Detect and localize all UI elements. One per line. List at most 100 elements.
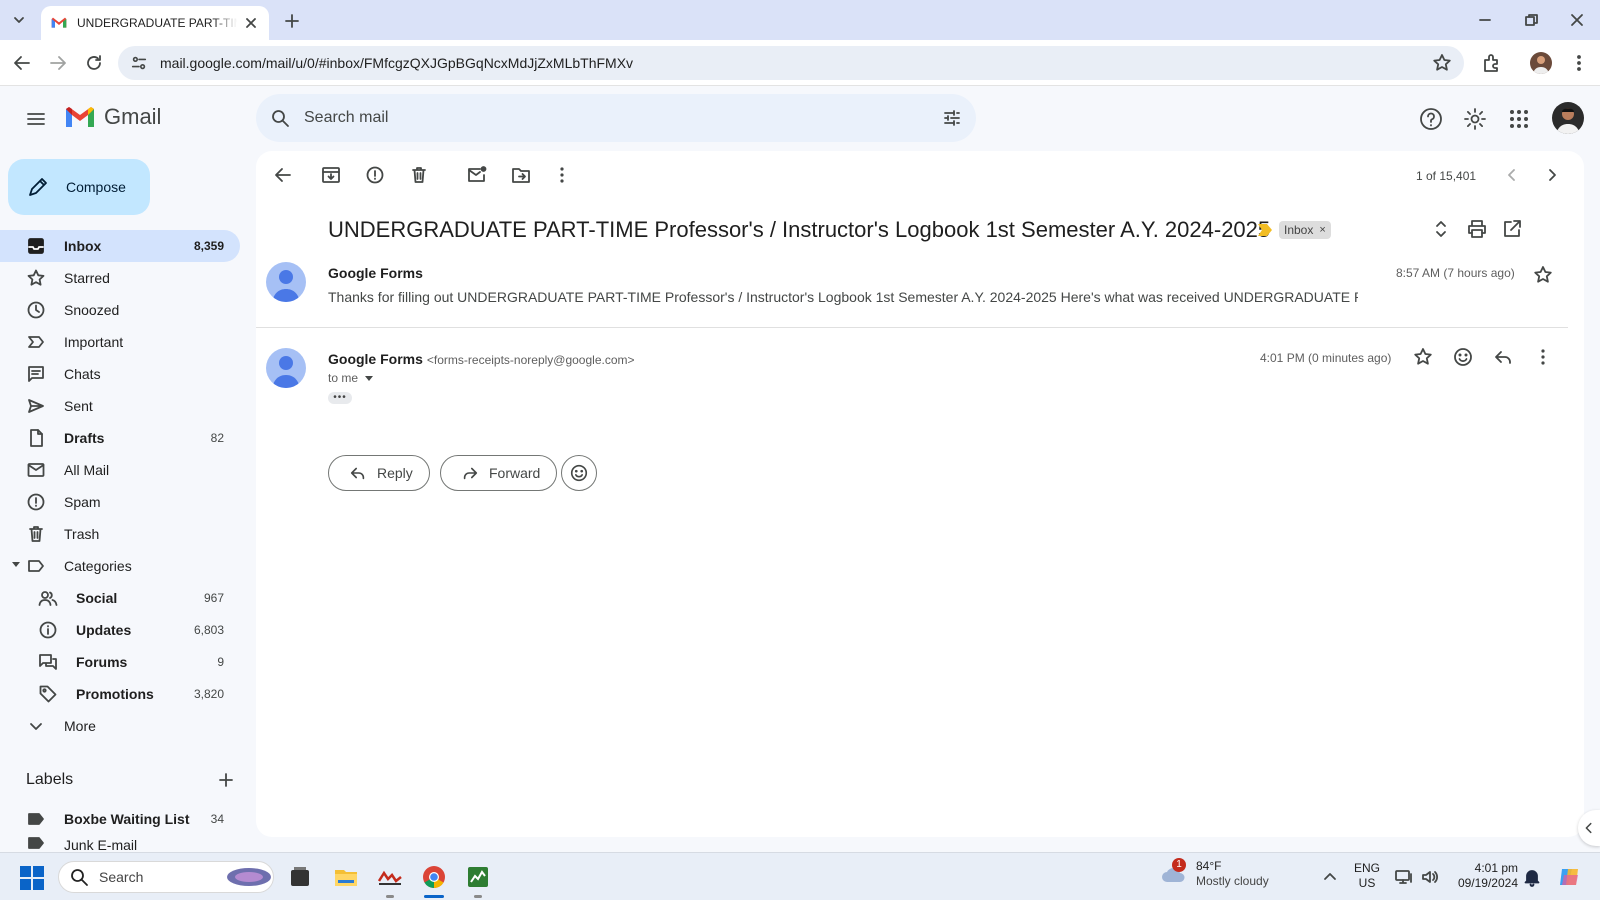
star-icon[interactable] [1412, 346, 1434, 368]
restore-icon[interactable] [1520, 9, 1542, 31]
bookmark-star-icon[interactable] [1432, 53, 1452, 73]
app-icon[interactable] [376, 863, 404, 891]
tray-expand-icon[interactable] [1320, 867, 1340, 887]
expand-all-icon[interactable] [1430, 218, 1452, 240]
omnibox[interactable]: mail.google.com/mail/u/0/#inbox/FMfcgzQX… [118, 46, 1464, 80]
emoji-reaction-button[interactable] [561, 455, 597, 491]
forward-icon[interactable] [47, 52, 69, 74]
settings-gear-icon[interactable] [1462, 106, 1488, 132]
weather-alert-badge: 1 [1172, 858, 1186, 872]
sidebar-item-label: Important [64, 334, 124, 350]
newer-chevron-icon[interactable] [1501, 164, 1523, 186]
label-icon [28, 560, 44, 572]
active-indicator [424, 895, 444, 898]
sender-name[interactable]: Google Forms [328, 265, 423, 281]
label-item-label: Boxbe Waiting List [64, 811, 190, 827]
windows-taskbar: Search 1 84°F Mostly cloudy ENG US 4:01 … [0, 852, 1600, 900]
search-input[interactable] [304, 109, 942, 127]
input-language[interactable]: ENG US [1354, 861, 1380, 891]
copilot-icon[interactable] [1556, 863, 1584, 891]
search-bar[interactable] [256, 94, 976, 142]
star-icon[interactable] [1532, 264, 1554, 286]
reply-button[interactable]: Reply [328, 455, 430, 491]
report-spam-icon[interactable] [364, 164, 386, 186]
volume-icon[interactable] [1420, 867, 1440, 887]
label-item-junk[interactable]: Junk E-mail [0, 835, 240, 853]
message-snippet[interactable]: Thanks for filling out UNDERGRADUATE PAR… [328, 289, 1358, 305]
sidebar-item-sent[interactable]: Sent [0, 390, 240, 422]
sidebar-item-forums[interactable]: Forums 9 [0, 646, 240, 678]
print-icon[interactable] [1466, 218, 1488, 240]
expand-caret-icon[interactable] [12, 562, 20, 567]
add-reaction-icon[interactable] [1452, 346, 1474, 368]
sidebar-item-all-mail[interactable]: All Mail [0, 454, 240, 486]
sidebar-item-inbox[interactable]: Inbox 8,359 [0, 230, 240, 262]
sidebar-item-categories[interactable]: Categories [0, 550, 240, 582]
main-menu-icon[interactable] [24, 107, 48, 131]
label-item-boxbe[interactable]: Boxbe Waiting List 34 [0, 803, 240, 835]
compose-button[interactable]: Compose [8, 159, 150, 215]
sidebar-item-trash[interactable]: Trash [0, 518, 240, 550]
account-avatar[interactable] [1552, 102, 1584, 134]
reply-icon[interactable] [1492, 346, 1514, 368]
chrome-menu-icon[interactable] [1568, 52, 1590, 74]
extensions-icon[interactable] [1480, 52, 1502, 74]
spreadsheet-app-icon[interactable] [464, 863, 492, 891]
back-to-inbox-icon[interactable] [272, 164, 294, 186]
sidebar-nav: Inbox 8,359 Starred Snoozed Important Ch… [0, 230, 256, 742]
sidebar-item-important[interactable]: Important [0, 326, 240, 358]
delete-icon[interactable] [408, 164, 430, 186]
forward-button[interactable]: Forward [440, 455, 558, 491]
sidebar-item-spam[interactable]: Spam [0, 486, 240, 518]
browser-tab-active[interactable]: UNDERGRADUATE PART-TIME Professor's / In… [41, 6, 269, 40]
recipients-toggle[interactable]: to me [328, 371, 376, 385]
sidebar-item-more[interactable]: More [0, 710, 240, 742]
chrome-icon[interactable] [420, 863, 448, 891]
sidebar-item-drafts[interactable]: Drafts 82 [0, 422, 240, 454]
site-info-icon[interactable] [130, 54, 148, 72]
minimize-icon[interactable] [1474, 9, 1496, 31]
sidebar-item-promotions[interactable]: Promotions 3,820 [0, 678, 240, 710]
reload-icon[interactable] [83, 52, 105, 74]
older-chevron-icon[interactable] [1541, 164, 1563, 186]
importance-marker-icon[interactable] [1258, 224, 1272, 236]
message-more-icon[interactable] [1532, 346, 1554, 368]
apps-grid-icon[interactable] [1506, 106, 1532, 132]
add-label-icon[interactable] [216, 770, 236, 790]
open-new-window-icon[interactable] [1501, 218, 1523, 240]
windows-start-icon[interactable] [20, 866, 44, 890]
move-to-icon[interactable] [510, 164, 532, 186]
emoji-icon [570, 464, 588, 482]
help-icon[interactable] [1418, 106, 1444, 132]
sidebar-item-updates[interactable]: Updates 6,803 [0, 614, 240, 646]
inbox-label-chip: Inbox × [1279, 221, 1331, 239]
back-icon[interactable] [11, 52, 33, 74]
close-tab-icon[interactable] [243, 15, 259, 31]
show-trimmed-content-button[interactable]: ••• [328, 392, 352, 404]
sender-header[interactable]: Google Forms <forms-receipts-noreply@goog… [328, 351, 635, 367]
gmail-logo[interactable]: Gmail [64, 104, 161, 130]
mark-unread-icon[interactable] [466, 164, 488, 186]
taskbar-clock[interactable]: 4:01 pm 09/19/2024 [1448, 861, 1518, 891]
sidebar-item-snoozed[interactable]: Snoozed [0, 294, 240, 326]
more-actions-icon[interactable] [551, 164, 573, 186]
show-side-panel-button[interactable] [1578, 810, 1600, 846]
sidebar-item-chats[interactable]: Chats [0, 358, 240, 390]
task-view-icon[interactable] [286, 863, 314, 891]
close-window-icon[interactable] [1566, 9, 1588, 31]
network-icon[interactable] [1394, 867, 1414, 887]
archive-icon[interactable] [320, 164, 342, 186]
file-explorer-icon[interactable] [332, 863, 360, 891]
sidebar-item-social[interactable]: Social 967 [0, 582, 240, 614]
notification-bell-icon[interactable] [1522, 867, 1542, 887]
sidebar-item-starred[interactable]: Starred [0, 262, 240, 294]
sender-avatar [266, 348, 306, 388]
weather-widget[interactable]: 1 84°F Mostly cloudy [1160, 858, 1269, 889]
search-options-icon[interactable] [942, 108, 962, 128]
tab-search-button[interactable] [8, 9, 30, 31]
taskbar-search[interactable]: Search [58, 861, 274, 893]
remove-label-icon[interactable]: × [1319, 224, 1325, 236]
profile-avatar[interactable] [1530, 52, 1552, 74]
search-icon[interactable] [270, 108, 290, 128]
new-tab-icon[interactable] [281, 10, 303, 32]
